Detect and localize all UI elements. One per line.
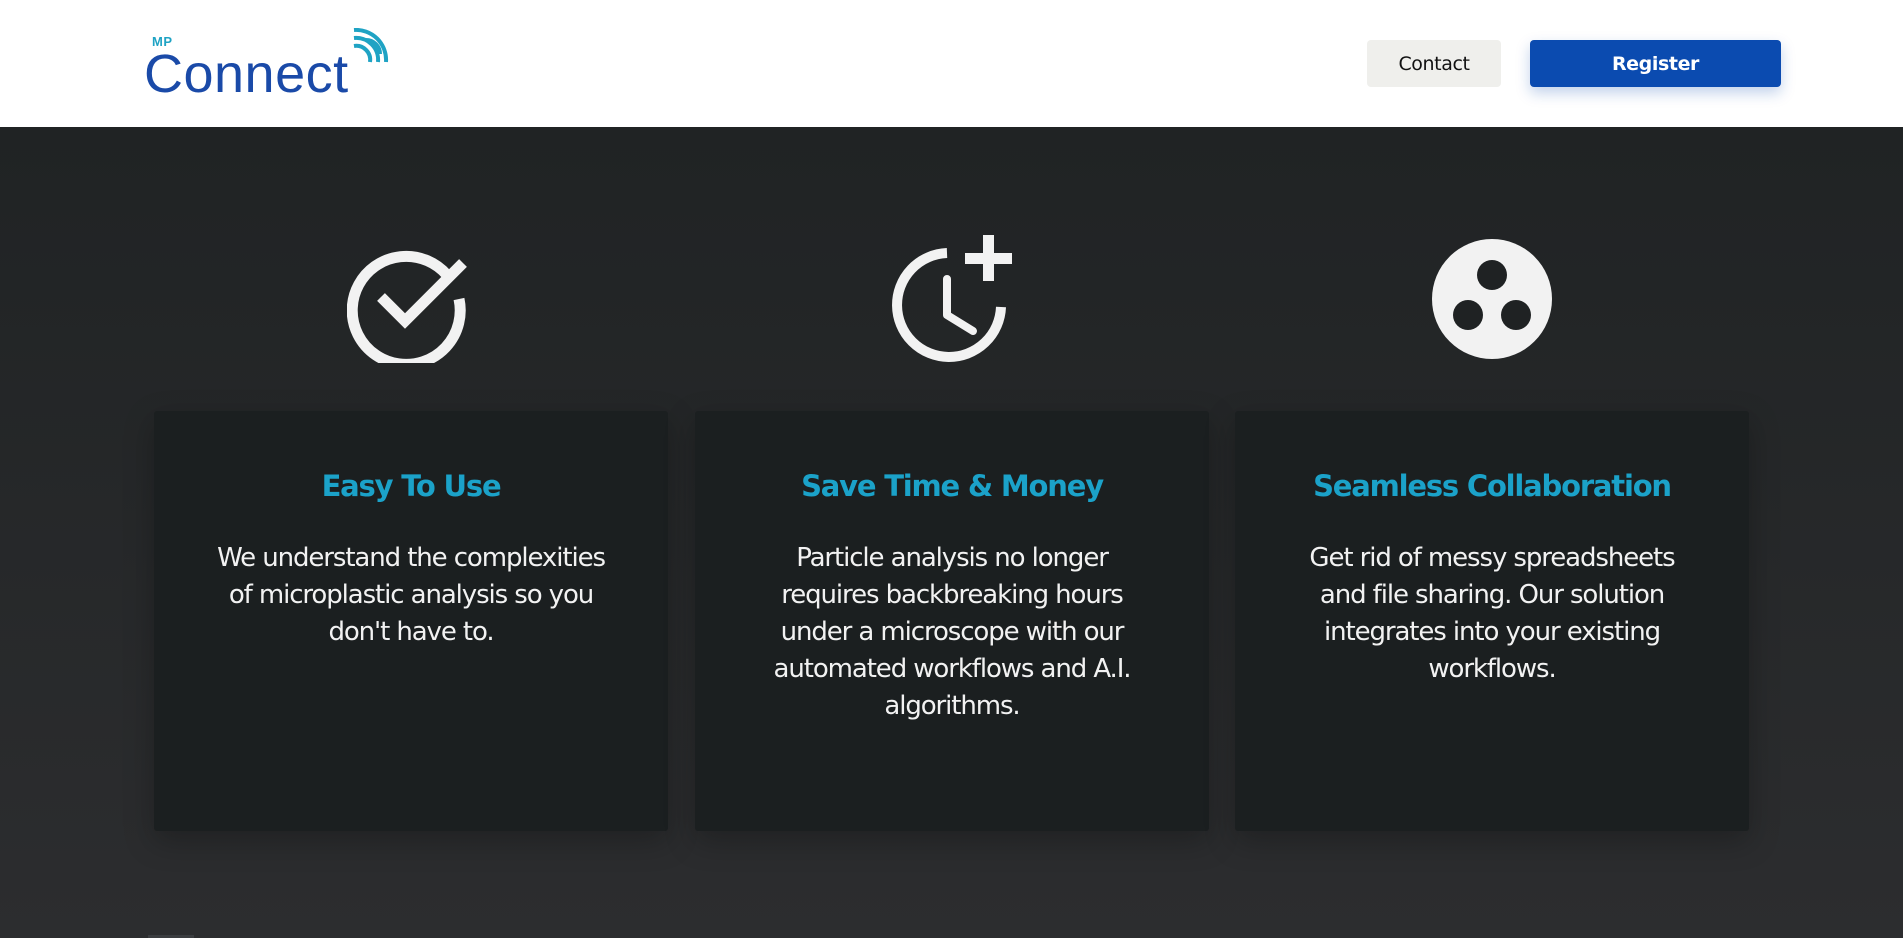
contact-button[interactable]: Contact — [1367, 40, 1501, 87]
mp-connect-logo[interactable]: MP Connect — [140, 28, 390, 104]
feature-title: Seamless Collaboration — [1313, 469, 1672, 503]
feature-title: Save Time & Money — [801, 469, 1104, 503]
clock-plus-icon — [892, 235, 1012, 362]
check-circle-icon — [347, 250, 467, 363]
feature-card-seamless-collaboration: Seamless Collaboration Get rid of messy … — [1235, 411, 1749, 831]
collaboration-circle-icon — [1432, 239, 1552, 359]
feature-card-easy-to-use: Easy To Use We understand the complexiti… — [154, 411, 668, 831]
feature-title: Easy To Use — [321, 469, 502, 503]
feature-description: We understand the complexities of microp… — [217, 543, 606, 647]
logo-wifi-icon — [353, 28, 389, 63]
feature-description: Get rid of messy spreadsheets and file s… — [1309, 543, 1675, 684]
feature-description: Particle analysis no longer requires bac… — [773, 543, 1132, 721]
features-section: Easy To Use We understand the complexiti… — [0, 127, 1903, 938]
site-header: MP Connect Contact Register — [0, 0, 1903, 127]
feature-card-save-time-money: Save Time & Money Particle analysis no l… — [695, 411, 1209, 831]
register-button[interactable]: Register — [1530, 40, 1781, 87]
